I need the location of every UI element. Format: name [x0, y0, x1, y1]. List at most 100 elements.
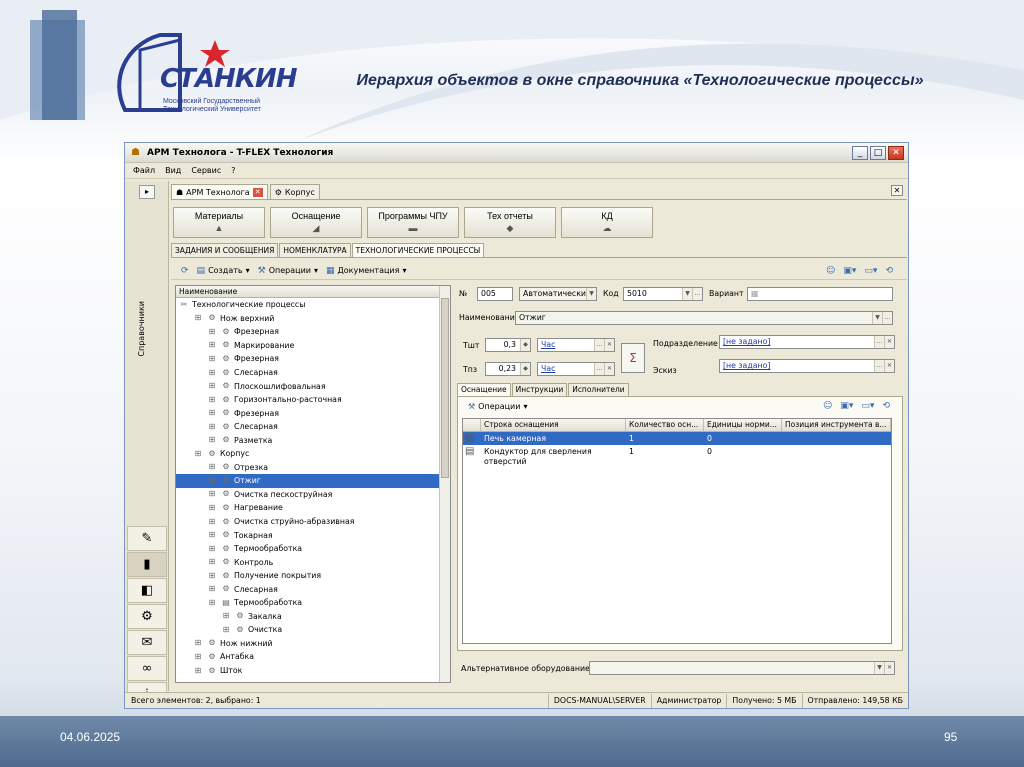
- expand-icon[interactable]: ⊞: [206, 368, 218, 378]
- table-row[interactable]: ▤ Кондуктор для сверления отверстий 1 0: [463, 445, 891, 469]
- tree-item[interactable]: ⊞ ⚙ Нож верхний: [176, 312, 450, 326]
- tree-item[interactable]: ⊞ ⚙ Маркирование: [176, 339, 450, 353]
- cylinder-icon[interactable]: ▮: [127, 552, 167, 577]
- expand-icon[interactable]: ⊞: [206, 530, 218, 540]
- doc-tab-arm[interactable]: ☗ АРМ Технолога ✕: [171, 184, 268, 199]
- chevron-down-icon[interactable]: ▾: [523, 402, 527, 411]
- name-field[interactable]: Отжиг ▼…: [515, 311, 893, 325]
- tree-item[interactable]: ⊞ ⚙ Шток: [176, 664, 450, 678]
- equipment-button[interactable]: Оснащение ◢: [270, 207, 362, 238]
- ellipsis-icon[interactable]: …: [874, 336, 884, 348]
- tree-item[interactable]: ⊞ ⚙ Антабка: [176, 650, 450, 664]
- clear-icon[interactable]: ✕: [884, 336, 894, 348]
- expand-icon[interactable]: ⊞: [206, 340, 218, 350]
- expand-icon[interactable]: ⊞: [206, 381, 218, 391]
- expand-icon[interactable]: ⊞: [206, 503, 218, 513]
- tpz-unit-field[interactable]: Час … ✕: [537, 362, 615, 376]
- tree-item[interactable]: ⊞ ⚙ Токарная: [176, 528, 450, 542]
- expand-icon[interactable]: ⊞: [220, 625, 232, 635]
- doc-tab-korpus[interactable]: ⚙ Корпус: [269, 184, 320, 199]
- menu-view[interactable]: Вид: [165, 166, 181, 175]
- tree-column-header[interactable]: Наименование: [176, 286, 450, 298]
- grid-column-header[interactable]: Позиция инструмента в...: [782, 419, 891, 431]
- tech-reports-button[interactable]: Тех отчеты ◆: [464, 207, 556, 238]
- expand-icon[interactable]: ⊞: [192, 313, 204, 323]
- tree-item[interactable]: ⊞ ⚙ Очистка струйно-абразивная: [176, 515, 450, 529]
- expand-icon[interactable]: ⊞: [192, 449, 204, 459]
- spin-icon[interactable]: ◆: [520, 363, 530, 375]
- brush-icon[interactable]: ✎: [127, 526, 167, 551]
- expand-icon[interactable]: ⊞: [206, 422, 218, 432]
- expand-icon[interactable]: ⊞: [206, 462, 218, 472]
- equipment-operations-button[interactable]: Операции: [478, 402, 520, 411]
- tree-item[interactable]: ⊞ ⚙ Термообработка: [176, 542, 450, 556]
- sketch-value[interactable]: [не задано]: [723, 361, 770, 370]
- tab-equipment[interactable]: Оснащение: [457, 383, 511, 396]
- expand-icon[interactable]: ⊞: [192, 666, 204, 676]
- ellipsis-icon[interactable]: …: [594, 363, 604, 375]
- ellipsis-icon[interactable]: …: [874, 360, 884, 372]
- maximize-button[interactable]: □: [870, 145, 886, 160]
- clear-icon[interactable]: ✕: [884, 662, 894, 674]
- chevron-down-icon[interactable]: ▼: [872, 312, 882, 324]
- tree-item[interactable]: ⊞ ⚙ Контроль: [176, 555, 450, 569]
- ellipsis-icon[interactable]: …: [882, 312, 892, 324]
- tab-tech-processes[interactable]: ТЕХНОЛОГИЧЕСКИЕ ПРОЦЕССЫ: [351, 243, 485, 257]
- table-row[interactable]: ▤ Печь камерная 1 0: [463, 432, 891, 445]
- spin-icon[interactable]: ◆: [520, 339, 530, 351]
- tree-item[interactable]: ⊞ ⚙ Горизонтально-расточная: [176, 393, 450, 407]
- tree-item[interactable]: ⊞ ⚙ Фрезерная: [176, 352, 450, 366]
- expand-icon[interactable]: ⊞: [206, 354, 218, 364]
- tab-tasks-messages[interactable]: ЗАДАНИЯ И СООБЩЕНИЯ: [171, 243, 279, 257]
- copy-icon[interactable]: ▣▾: [840, 401, 853, 411]
- users-icon[interactable]: ☺: [823, 401, 832, 411]
- chevron-down-icon[interactable]: ▼: [874, 662, 884, 674]
- clear-icon[interactable]: ✕: [604, 363, 614, 375]
- tree-item[interactable]: ⊞ ⚙ Очистка: [176, 623, 450, 637]
- tree-scrollbar[interactable]: [439, 286, 450, 682]
- tree-item[interactable]: ✂ Технологические процессы: [176, 298, 450, 312]
- glasses-icon[interactable]: ∞: [127, 656, 167, 681]
- tree-item[interactable]: ⊞ ⚙ Слесарная: [176, 582, 450, 596]
- process-tree[interactable]: Наименование ✂ Технологические процессы ⊞ ⚙…: [175, 285, 451, 683]
- expand-panel-button[interactable]: ▸: [139, 185, 155, 199]
- dept-value[interactable]: [не задано]: [723, 337, 770, 346]
- sync-icon[interactable]: ⟲: [885, 266, 893, 276]
- tsht-unit-field[interactable]: Час … ✕: [537, 338, 615, 352]
- code-field[interactable]: 5010 ▼…: [623, 287, 703, 301]
- tab-nomenclature[interactable]: НОМЕНКЛАТУРА: [279, 243, 351, 257]
- tree-item[interactable]: ⊞ ⚙ Корпус: [176, 447, 450, 461]
- tree-item[interactable]: ⊞ ⚙ Очистка пескоструйная: [176, 488, 450, 502]
- grid-column-header[interactable]: Количество осн...: [626, 419, 704, 431]
- tree-item[interactable]: ⊞ ⚙ Разметка: [176, 433, 450, 447]
- cnc-programs-button[interactable]: Программы ЧПУ ▬: [367, 207, 459, 238]
- tree-item[interactable]: ⊞ ⚙ Нож нижний: [176, 637, 450, 651]
- materials-button[interactable]: Материалы ▲: [173, 207, 265, 238]
- expand-icon[interactable]: ⊞: [206, 571, 218, 581]
- close-button[interactable]: ✕: [888, 145, 904, 160]
- expand-icon[interactable]: ⊞: [206, 476, 218, 486]
- dept-field[interactable]: [не задано] … ✕: [719, 335, 895, 349]
- expand-icon[interactable]: ⊞: [206, 557, 218, 567]
- tpz-field[interactable]: 0,23 ◆: [485, 362, 531, 376]
- expand-icon[interactable]: ⊞: [192, 652, 204, 662]
- copy-icon[interactable]: ▣▾: [843, 266, 856, 276]
- close-tab-icon[interactable]: ✕: [252, 187, 263, 197]
- tree-item[interactable]: ⊞ ⚙ Отрезка: [176, 461, 450, 475]
- num-field[interactable]: 005: [477, 287, 513, 301]
- tsht-field[interactable]: 0,3 ◆: [485, 338, 531, 352]
- sketch-field[interactable]: [не задано] … ✕: [719, 359, 895, 373]
- expand-icon[interactable]: ⊞: [206, 517, 218, 527]
- gears-icon[interactable]: ⚙: [127, 604, 167, 629]
- tsht-unit[interactable]: Час: [541, 340, 555, 349]
- tree-item[interactable]: ⊞ ⚙ Слесарная: [176, 366, 450, 380]
- menu-help[interactable]: ?: [231, 166, 235, 175]
- clear-icon[interactable]: ✕: [604, 339, 614, 351]
- expand-icon[interactable]: ⊞: [206, 435, 218, 445]
- refresh-icon[interactable]: ⟳: [181, 266, 189, 276]
- tab-performers[interactable]: Исполнители: [568, 383, 629, 396]
- tree-item[interactable]: ⊞ ⚙ Слесарная: [176, 420, 450, 434]
- menu-file[interactable]: Файл: [133, 166, 155, 175]
- expand-icon[interactable]: ⊞: [206, 395, 218, 405]
- tree-item[interactable]: ⊞ ⚙ Отжиг: [176, 474, 439, 488]
